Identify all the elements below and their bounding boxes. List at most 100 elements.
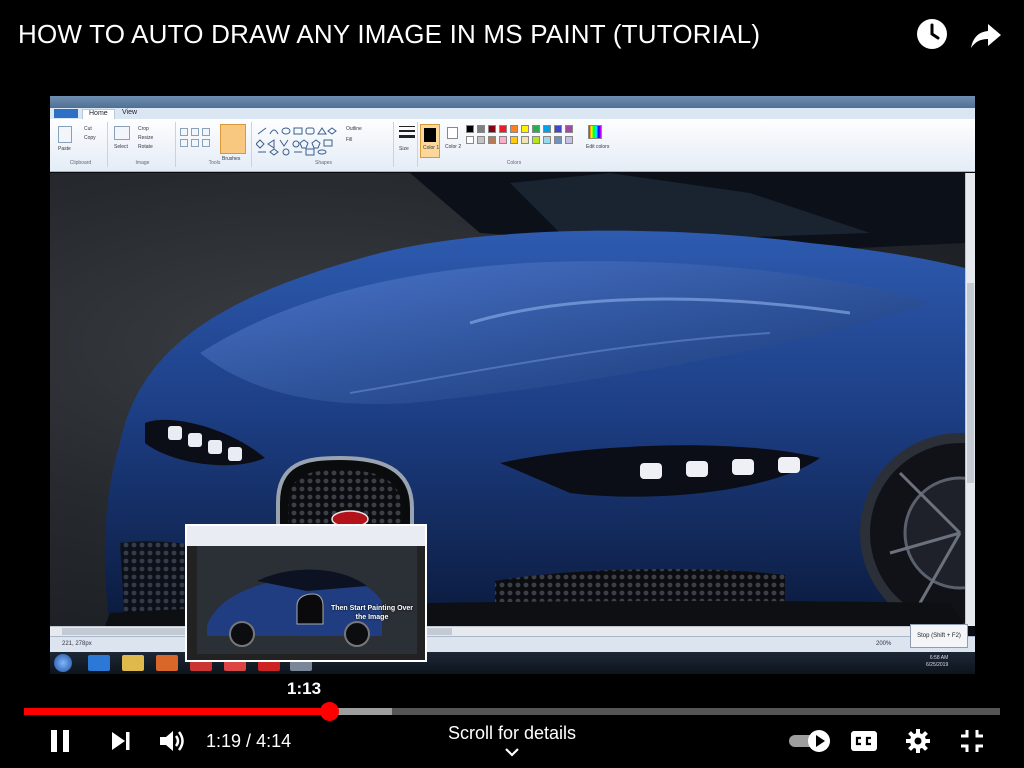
text-tool-icon[interactable]: [202, 128, 210, 136]
palette-swatch[interactable]: [466, 125, 474, 133]
color2-swatch: [447, 127, 458, 139]
edit-colors-label: Edit colors: [586, 144, 610, 150]
palette-swatch[interactable]: [521, 125, 529, 133]
palette-swatch[interactable]: [466, 136, 474, 144]
start-button-icon[interactable]: [54, 654, 72, 672]
paste-icon[interactable]: [58, 126, 72, 143]
media-player-icon[interactable]: [156, 655, 178, 671]
fill-icon[interactable]: [191, 128, 199, 136]
played-bar: [24, 708, 330, 715]
palette-swatch[interactable]: [477, 136, 485, 144]
ribbon-group-tools: Brushes Tools: [178, 122, 252, 167]
palette-swatch[interactable]: [543, 125, 551, 133]
group-label-tools: Tools: [208, 160, 221, 166]
color-picker-icon[interactable]: [191, 139, 199, 147]
settings-button[interactable]: [902, 726, 934, 756]
scrubber-handle[interactable]: [320, 702, 340, 721]
color2-label: Color 2: [445, 144, 462, 150]
paint-tab-home[interactable]: Home: [82, 109, 115, 119]
ribbon-group-shapes: Outline Fill Shapes: [254, 122, 394, 167]
pause-icon: [51, 730, 69, 752]
paste-label: Paste: [58, 146, 71, 152]
palette-swatch[interactable]: [499, 125, 507, 133]
cursor-coordinates: 221, 278px: [62, 641, 92, 647]
shape-fill-label[interactable]: Fill: [346, 137, 352, 143]
resize-label[interactable]: Resize: [138, 135, 153, 141]
palette-swatch[interactable]: [499, 136, 507, 144]
color-palette: [466, 125, 586, 155]
captions-button[interactable]: [848, 726, 880, 756]
palette-swatch[interactable]: [554, 125, 562, 133]
edit-colors-icon[interactable]: [588, 125, 602, 139]
taskbar-clock: 6:58 AM 6/25/2019: [926, 655, 948, 669]
palette-swatch[interactable]: [532, 125, 540, 133]
paint-file-menu[interactable]: [54, 109, 78, 118]
color1-swatch: [424, 128, 436, 142]
palette-swatch[interactable]: [543, 136, 551, 144]
paint-ribbon: Paste Cut Copy Clipboard Select Crop Res…: [50, 119, 975, 172]
pause-button[interactable]: [44, 726, 76, 756]
zoom-level: 200%: [876, 641, 892, 647]
size-label: Size: [399, 146, 409, 152]
preview-canvas: [197, 546, 417, 654]
palette-swatch[interactable]: [510, 125, 518, 133]
video-title: HOW TO AUTO DRAW ANY IMAGE IN MS PAINT (…: [18, 19, 761, 49]
color1-selector[interactable]: Color 1: [420, 124, 440, 158]
next-button[interactable]: [104, 726, 136, 756]
palette-swatch[interactable]: [532, 136, 540, 144]
ie-icon[interactable]: [88, 655, 110, 671]
magnifier-icon[interactable]: [202, 139, 210, 147]
folder-icon[interactable]: [122, 655, 144, 671]
shape-outline-label[interactable]: Outline: [346, 126, 362, 132]
crop-label[interactable]: Crop: [138, 126, 149, 132]
palette-swatch[interactable]: [488, 125, 496, 133]
color2-selector[interactable]: Color 2: [444, 124, 462, 158]
group-label-image: Image: [135, 160, 150, 166]
scrub-preview-thumbnail: Then Start Painting Over the Image: [185, 524, 427, 662]
autoplay-icon: [789, 730, 830, 752]
watch-later-icon[interactable]: [914, 16, 950, 52]
current-time: 1:19: [206, 731, 242, 751]
time-separator: /: [241, 731, 257, 751]
cut-label[interactable]: Cut: [84, 126, 92, 132]
autoplay-toggle[interactable]: [786, 726, 834, 756]
duration: 4:14: [256, 731, 292, 751]
ribbon-group-clipboard: Paste Cut Copy Clipboard: [54, 122, 108, 167]
brushes-icon[interactable]: [220, 124, 246, 154]
shapes-gallery-icon[interactable]: [256, 126, 340, 156]
ribbon-size[interactable]: Size: [396, 122, 418, 167]
chevron-down-icon[interactable]: [502, 745, 522, 759]
copy-label[interactable]: Copy: [84, 135, 96, 141]
eraser-icon[interactable]: [180, 139, 188, 147]
captions-icon: [851, 731, 877, 751]
group-label-shapes: Shapes: [315, 160, 332, 166]
stop-drawing-button[interactable]: Stop (Shift + F2): [910, 624, 968, 648]
preview-caption: Then Start Painting Over the Image: [330, 605, 414, 621]
palette-swatch[interactable]: [488, 136, 496, 144]
clock-time: 6:58 AM: [929, 655, 949, 661]
palette-swatch[interactable]: [510, 136, 518, 144]
exit-fullscreen-button[interactable]: [956, 726, 988, 756]
rotate-label[interactable]: Rotate: [138, 144, 153, 150]
size-line-medium: [399, 130, 415, 132]
share-icon[interactable]: [968, 16, 1004, 52]
skip-next-icon: [112, 732, 130, 750]
paint-vertical-scrollbar[interactable]: [965, 173, 975, 626]
select-icon[interactable]: [114, 126, 130, 140]
preview-ribbon: [187, 526, 425, 546]
palette-swatch[interactable]: [554, 136, 562, 144]
scroll-for-details[interactable]: Scroll for details: [412, 723, 612, 744]
volume-button[interactable]: [156, 726, 188, 756]
palette-swatch[interactable]: [477, 125, 485, 133]
group-label-colors: Colors: [506, 160, 522, 166]
vertical-scroll-thumb[interactable]: [967, 283, 974, 483]
palette-swatch[interactable]: [565, 136, 573, 144]
ribbon-group-image: Select Crop Resize Rotate Image: [110, 122, 176, 167]
palette-swatch[interactable]: [521, 136, 529, 144]
paint-tab-view[interactable]: View: [116, 109, 143, 116]
pencil-icon[interactable]: [180, 128, 188, 136]
clock-date: 6/25/2019: [926, 662, 949, 668]
palette-swatch[interactable]: [565, 125, 573, 133]
time-display: 1:19 / 4:14: [206, 731, 291, 752]
progress-bar[interactable]: [24, 702, 1000, 721]
